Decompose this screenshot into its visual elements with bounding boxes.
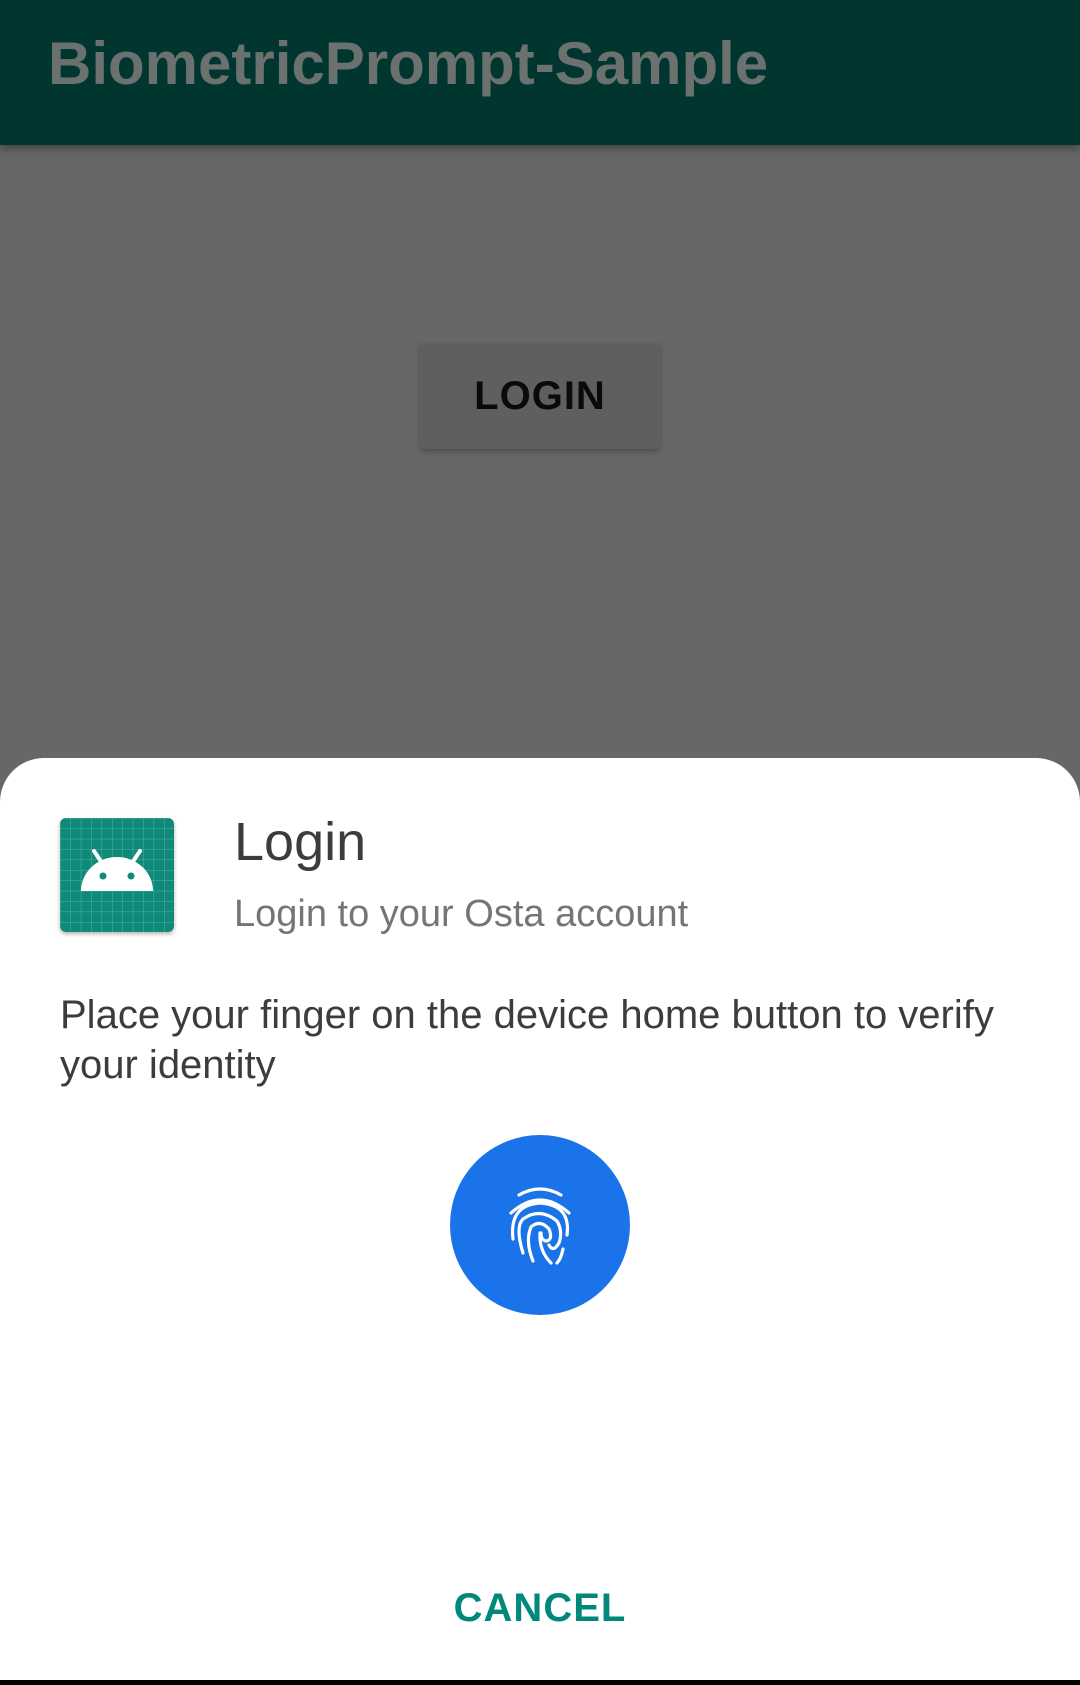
fingerprint-icon <box>509 1187 571 1265</box>
biometric-prompt-sheet: Login Login to your Osta account Place y… <box>0 758 1080 1680</box>
fingerprint-sensor-indicator <box>450 1135 630 1315</box>
dialog-title: Login <box>234 812 367 872</box>
android-app-icon <box>60 818 174 932</box>
app-bar: BiometricPrompt-Sample <box>0 0 1080 145</box>
cancel-button[interactable]: CANCEL <box>420 1568 660 1648</box>
login-button[interactable]: LOGIN <box>420 343 660 449</box>
bottom-edge <box>0 1680 1080 1685</box>
dialog-subtitle: Login to your Osta account <box>234 893 689 935</box>
app-title: BiometricPrompt-Sample <box>48 30 769 97</box>
dialog-description: Place your finger on the device home but… <box>60 993 994 1087</box>
